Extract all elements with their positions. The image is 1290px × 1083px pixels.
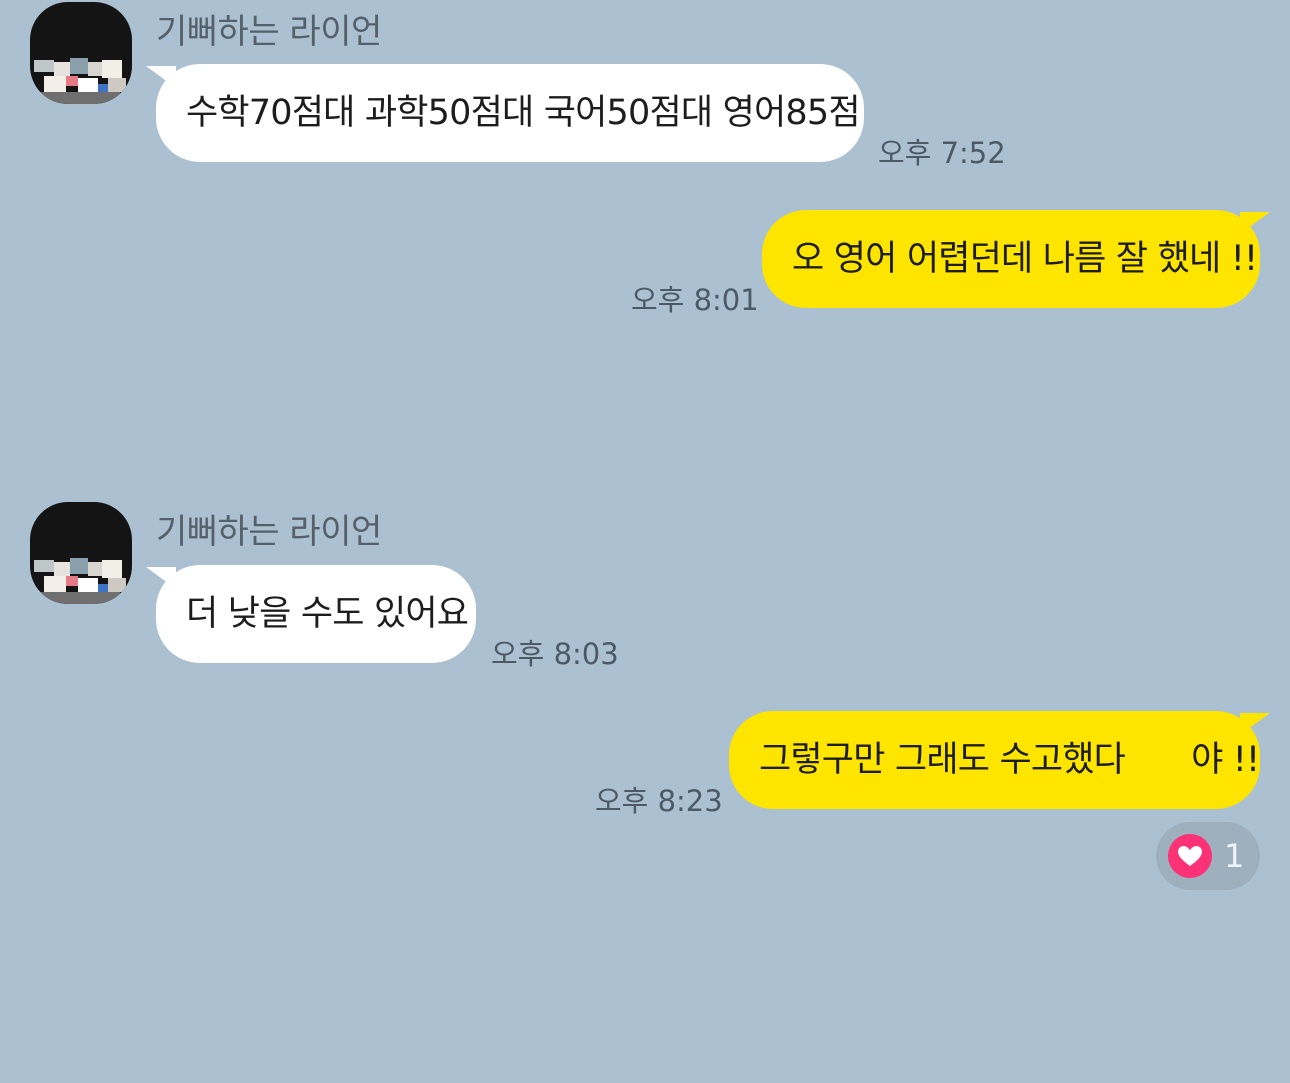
- message-text-part2: 야 !!: [1191, 740, 1260, 780]
- message-text-part1: 그렇구만 그래도 수고했다: [759, 740, 1126, 780]
- message-time: 오후 8:23: [595, 784, 723, 818]
- message-bubble-incoming[interactable]: 더 낮을 수도 있어요: [156, 565, 476, 663]
- sender-name[interactable]: 기뻐하는 라이언: [156, 504, 382, 553]
- reaction-count: 1: [1224, 837, 1245, 875]
- message-text: 오 영어 어렵던데 나름 잘 했네 !!: [792, 239, 1258, 279]
- bubble-tail: [146, 66, 176, 88]
- message-bubble-incoming[interactable]: 수학70점대 과학50점대 국어50점대 영어85점: [156, 64, 864, 162]
- avatar[interactable]: [30, 2, 132, 104]
- message-bubble-outgoing[interactable]: 오 영어 어렵던데 나름 잘 했네 !!: [762, 210, 1260, 308]
- message-time: 오후 8:01: [631, 283, 759, 317]
- message-bubble-outgoing[interactable]: 그렇구만 그래도 수고했다 야 !!: [729, 711, 1260, 809]
- heart-icon: [1168, 834, 1212, 878]
- message-time: 오후 7:52: [878, 136, 1006, 170]
- avatar[interactable]: [30, 502, 132, 604]
- sender-name[interactable]: 기뻐하는 라이언: [156, 4, 382, 53]
- bubble-tail: [1240, 713, 1270, 735]
- message-text: 더 낮을 수도 있어요: [186, 594, 469, 634]
- bubble-tail: [146, 567, 176, 589]
- reaction-badge[interactable]: 1: [1156, 822, 1260, 890]
- message-time: 오후 8:03: [491, 637, 619, 671]
- bubble-tail: [1240, 212, 1270, 234]
- message-text: 수학70점대 과학50점대 국어50점대 영어85점: [186, 93, 861, 133]
